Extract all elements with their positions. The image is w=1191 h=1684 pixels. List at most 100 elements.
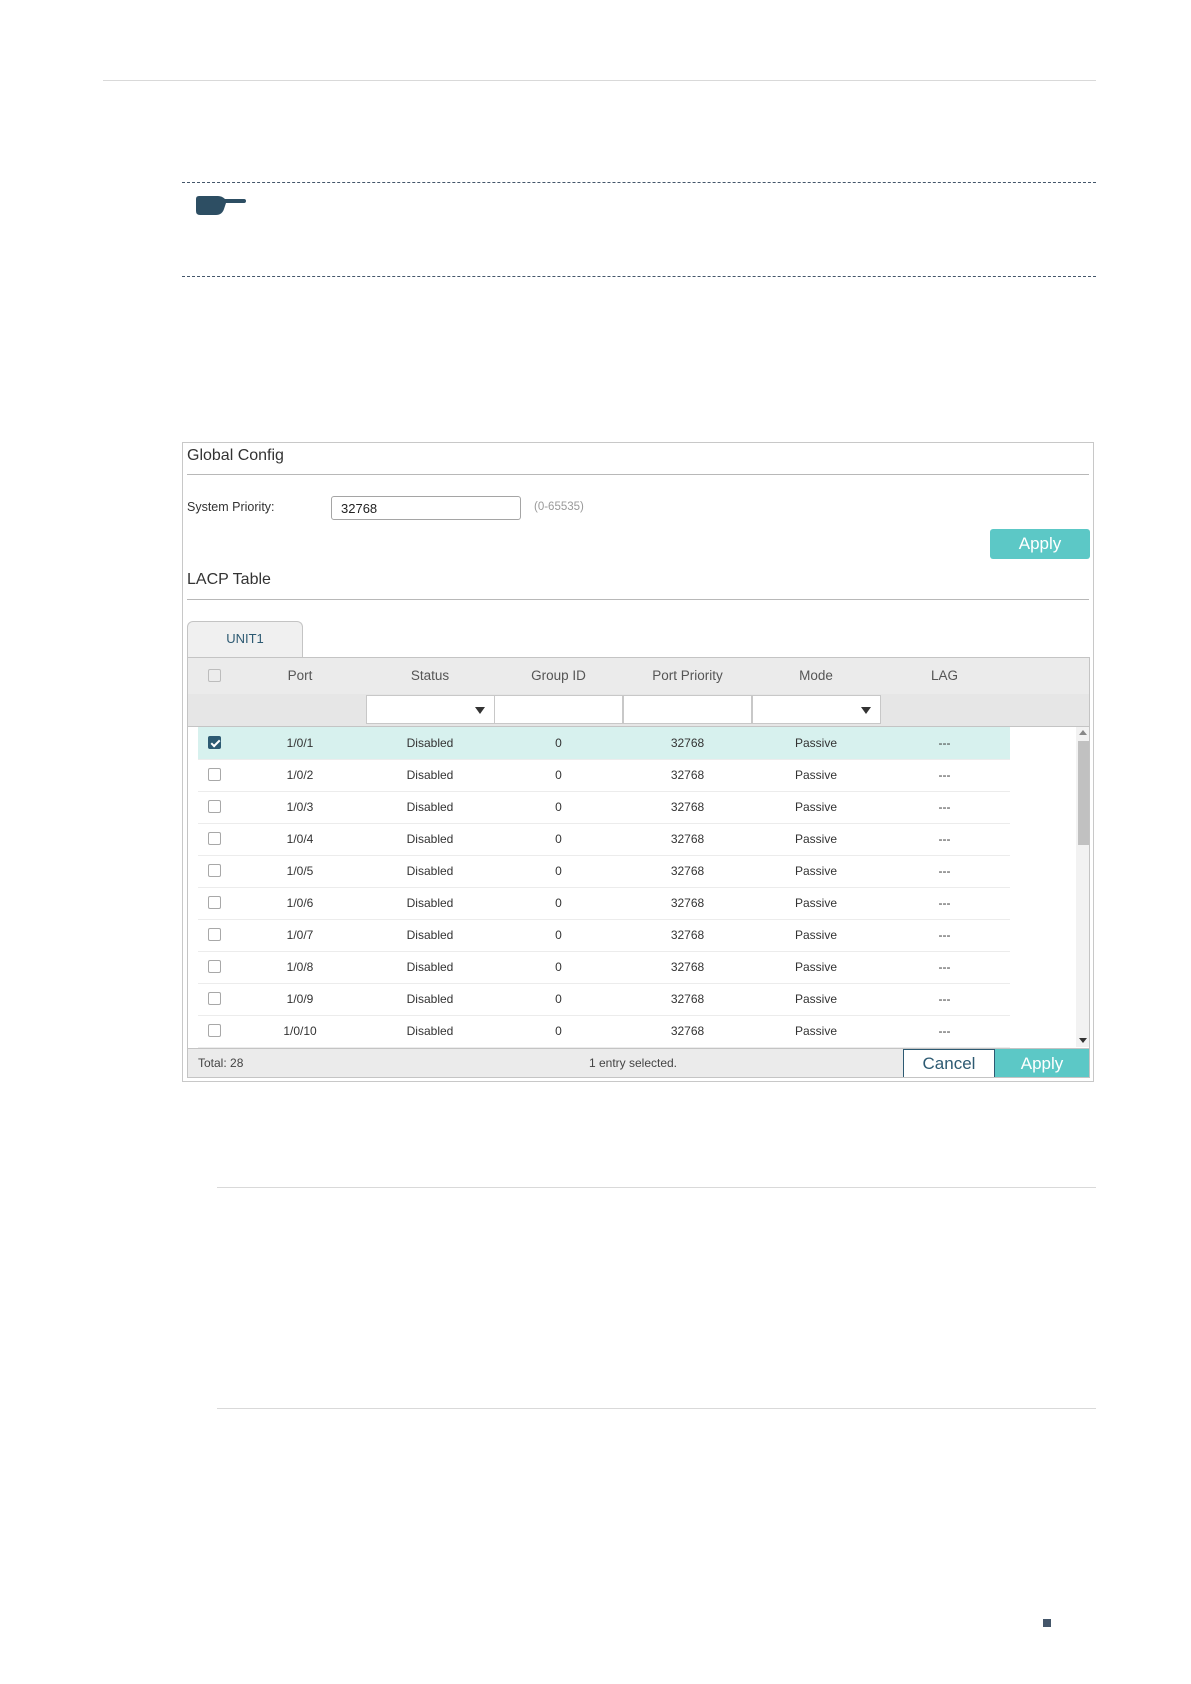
table-row[interactable]: 1/0/7 Disabled 0 32768 Passive --- <box>198 919 1010 952</box>
scrollbar-thumb[interactable] <box>1078 741 1089 845</box>
global-apply-button[interactable]: Apply <box>990 529 1090 559</box>
total-count: Total: 28 <box>198 1056 244 1070</box>
global-config-title: Global Config <box>187 447 284 464</box>
port-cell: 1/0/4 <box>286 832 314 846</box>
group-id-cell: 0 <box>555 768 562 782</box>
status-cell: Disabled <box>406 928 454 942</box>
port-priority-cell: 32768 <box>670 896 705 910</box>
column-header-port-priority: Port Priority <box>652 668 723 683</box>
table-row[interactable]: 1/0/1 Disabled 0 32768 Passive --- <box>198 727 1010 760</box>
lag-cell: --- <box>938 736 951 750</box>
port-priority-cell: 32768 <box>670 992 705 1006</box>
table-apply-button[interactable]: Apply <box>995 1049 1089 1077</box>
system-priority-label: System Priority: <box>187 500 275 514</box>
top-rule <box>103 80 1096 81</box>
mode-cell: Passive <box>794 928 838 942</box>
row-checkbox[interactable] <box>208 768 221 781</box>
status-cell: Disabled <box>406 800 454 814</box>
table-footer: Total: 28 1 entry selected. Cancel Apply <box>188 1048 1089 1077</box>
group-id-cell: 0 <box>555 992 562 1006</box>
port-cell: 1/0/8 <box>286 960 314 974</box>
column-header-group-id: Group ID <box>531 668 586 683</box>
status-cell: Disabled <box>406 992 454 1006</box>
status-cell: Disabled <box>406 832 454 846</box>
group-id-cell: 0 <box>555 1024 562 1038</box>
note-top-border <box>182 182 1096 183</box>
column-header-lag: LAG <box>930 668 958 683</box>
lag-cell: --- <box>938 864 951 878</box>
port-cell: 1/0/3 <box>286 800 314 814</box>
row-checkbox[interactable] <box>208 800 221 813</box>
pointing-hand-icon <box>196 196 246 215</box>
cancel-button[interactable]: Cancel <box>903 1049 995 1077</box>
port-priority-cell: 32768 <box>670 864 705 878</box>
mode-cell: Passive <box>794 960 838 974</box>
table-row[interactable]: 1/0/9 Disabled 0 32768 Passive --- <box>198 983 1010 1016</box>
port-priority-cell: 32768 <box>670 800 705 814</box>
row-checkbox[interactable] <box>208 736 221 749</box>
lacp-grid: Port Status Group ID Port Priority Mode … <box>187 657 1090 1078</box>
system-priority-hint: (0-65535) <box>534 501 584 513</box>
group-id-filter-input[interactable] <box>494 695 623 724</box>
column-header-port: Port <box>287 668 313 683</box>
status-cell: Disabled <box>406 1024 454 1038</box>
mode-cell: Passive <box>794 864 838 878</box>
port-priority-cell: 32768 <box>670 960 705 974</box>
group-id-cell: 0 <box>555 928 562 942</box>
mode-cell: Passive <box>794 736 838 750</box>
port-cell: 1/0/1 <box>286 736 314 750</box>
lag-cell: --- <box>938 896 951 910</box>
system-priority-input[interactable] <box>331 496 521 520</box>
row-checkbox[interactable] <box>208 960 221 973</box>
row-checkbox[interactable] <box>208 1024 221 1037</box>
lacp-table-divider <box>187 599 1089 600</box>
lower-rule-1 <box>217 1187 1096 1188</box>
group-id-cell: 0 <box>555 960 562 974</box>
lag-cell: --- <box>938 768 951 782</box>
table-row[interactable]: 1/0/3 Disabled 0 32768 Passive --- <box>198 791 1010 824</box>
scroll-down-icon[interactable] <box>1079 1038 1087 1043</box>
group-id-cell: 0 <box>555 864 562 878</box>
table-row[interactable]: 1/0/5 Disabled 0 32768 Passive --- <box>198 855 1010 888</box>
caret-down-icon <box>475 707 485 714</box>
lag-cell: --- <box>938 1024 951 1038</box>
status-filter-select[interactable] <box>366 695 495 724</box>
port-priority-filter-input[interactable] <box>623 695 752 724</box>
mode-cell: Passive <box>794 992 838 1006</box>
status-cell: Disabled <box>406 864 454 878</box>
table-scrollbar[interactable] <box>1076 727 1089 1047</box>
port-cell: 1/0/7 <box>286 928 314 942</box>
column-header-status: Status <box>410 668 450 683</box>
port-cell: 1/0/10 <box>283 1024 317 1038</box>
square-bullet-icon <box>1043 1619 1051 1627</box>
tab-unit1[interactable]: UNIT1 <box>187 621 303 657</box>
status-cell: Disabled <box>406 736 454 750</box>
port-priority-cell: 32768 <box>670 736 705 750</box>
mode-filter-select[interactable] <box>752 695 881 724</box>
row-checkbox[interactable] <box>208 928 221 941</box>
row-checkbox[interactable] <box>208 992 221 1005</box>
port-priority-cell: 32768 <box>670 1024 705 1038</box>
table-row[interactable]: 1/0/2 Disabled 0 32768 Passive --- <box>198 759 1010 792</box>
row-checkbox[interactable] <box>208 864 221 877</box>
lacp-config-panel: Global Config System Priority: (0-65535)… <box>182 442 1094 1082</box>
mode-cell: Passive <box>794 800 838 814</box>
global-config-divider <box>187 474 1089 475</box>
table-row[interactable]: 1/0/6 Disabled 0 32768 Passive --- <box>198 887 1010 920</box>
selection-status: 1 entry selected. <box>588 1056 678 1070</box>
table-row[interactable]: 1/0/4 Disabled 0 32768 Passive --- <box>198 823 1010 856</box>
lag-cell: --- <box>938 928 951 942</box>
scroll-up-icon[interactable] <box>1079 730 1087 735</box>
lag-cell: --- <box>938 992 951 1006</box>
row-checkbox[interactable] <box>208 896 221 909</box>
table-row[interactable]: 1/0/8 Disabled 0 32768 Passive --- <box>198 951 1010 984</box>
select-all-checkbox[interactable] <box>208 669 221 682</box>
status-cell: Disabled <box>406 896 454 910</box>
port-cell: 1/0/9 <box>286 992 314 1006</box>
port-cell: 1/0/5 <box>286 864 314 878</box>
mode-cell: Passive <box>794 768 838 782</box>
row-checkbox[interactable] <box>208 832 221 845</box>
table-row[interactable]: 1/0/10 Disabled 0 32768 Passive --- <box>198 1015 1010 1048</box>
filter-row <box>188 694 1089 727</box>
lag-cell: --- <box>938 832 951 846</box>
